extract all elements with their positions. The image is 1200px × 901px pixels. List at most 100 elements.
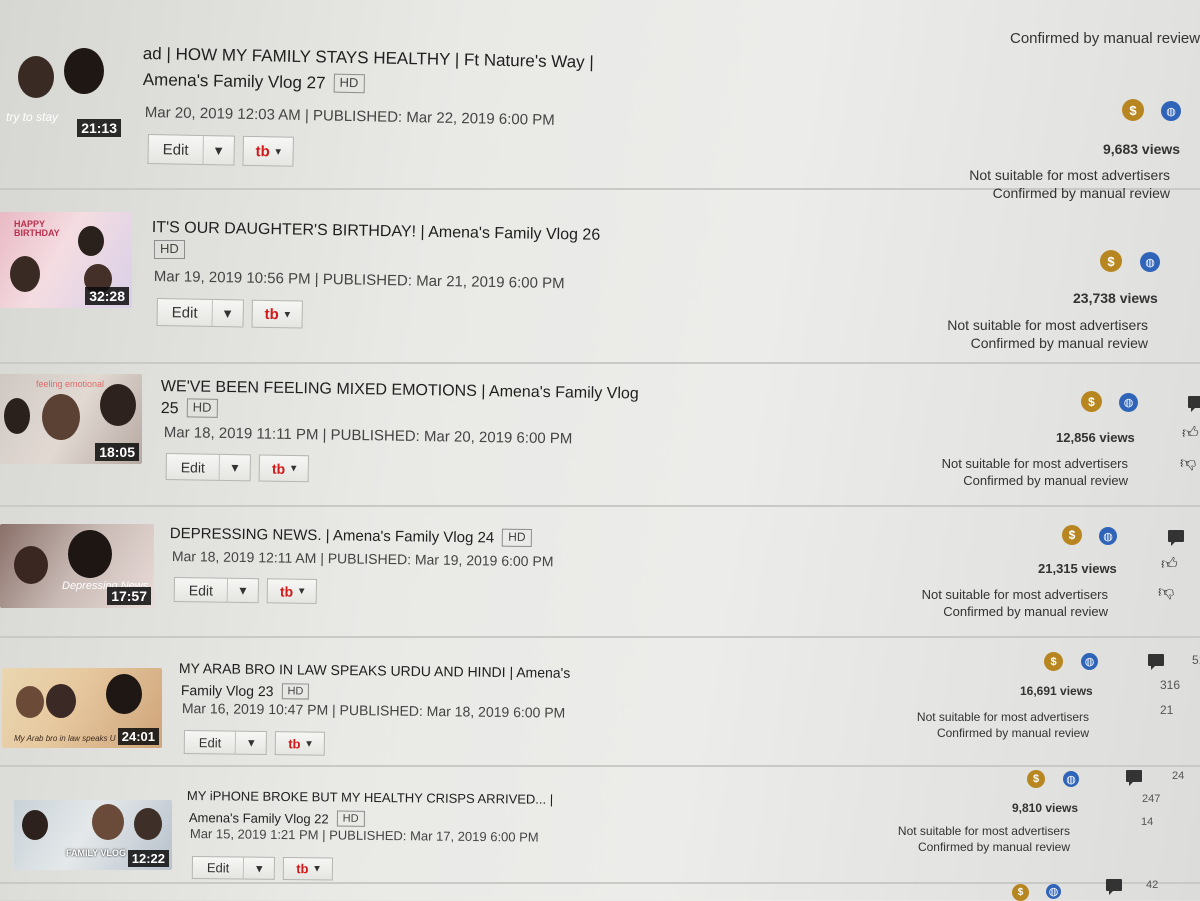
video-title[interactable]: IT'S OUR DAUGHTER'S BIRTHDAY! | Amena's … <box>152 219 601 245</box>
thumbs-up-icon[interactable]: 👍︎ <box>1182 424 1199 443</box>
dollar-coin-icon[interactable]: $ <box>1062 525 1082 545</box>
edit-dropdown-button[interactable]: ▾ <box>203 136 234 165</box>
globe-icon[interactable]: ◍ <box>1161 101 1181 121</box>
video-duration: 32:28 <box>85 287 129 305</box>
row-divider <box>0 765 1200 767</box>
video-title[interactable]: DEPRESSING NEWS. | Amena's Family Vlog 2… <box>170 524 532 547</box>
dollar-coin-icon[interactable]: $ <box>1100 250 1122 272</box>
thumbs-down-icon[interactable]: 👎︎ <box>1180 454 1196 473</box>
comment-count-value: 42 <box>1146 879 1159 891</box>
edit-button[interactable]: Edit <box>174 578 229 602</box>
dollar-coin-icon[interactable]: $ <box>1044 652 1063 671</box>
person-image <box>78 226 104 256</box>
video-title[interactable]: ad | HOW MY FAMILY STAYS HEALTHY | Ft Na… <box>143 44 594 73</box>
edit-dropdown-button[interactable]: ▾ <box>228 579 258 602</box>
video-thumbnail[interactable]: My Arab bro in law speaks U 24:01 <box>2 668 162 748</box>
dollar-coin-icon[interactable]: $ <box>1027 770 1045 788</box>
video-actions: Edit ▾ tb ▾ <box>147 134 295 167</box>
person-image <box>18 56 54 98</box>
ads-suitability: Not suitable for most advertisers <box>947 317 1148 333</box>
chevron-down-icon: ▾ <box>284 308 290 320</box>
video-title[interactable]: MY iPHONE BROKE BUT MY HEALTHY CRISPS AR… <box>187 788 553 807</box>
review-status: Confirmed by manual review <box>936 725 1089 740</box>
person-image <box>64 48 104 94</box>
video-title-line2: HD <box>146 240 185 259</box>
globe-icon[interactable]: ◍ <box>1119 393 1138 412</box>
row-divider <box>0 362 1200 364</box>
video-thumbnail[interactable]: try to stay 21:13 <box>0 40 124 140</box>
comment-icon[interactable] <box>1168 530 1184 546</box>
video-title-line2[interactable]: Family Vlog 23 HD <box>181 682 310 700</box>
dollar-coin-icon[interactable]: $ <box>1122 99 1144 121</box>
globe-icon[interactable]: ◍ <box>1081 653 1098 670</box>
person-image <box>16 686 44 718</box>
like-count-value: 247 <box>1142 793 1161 805</box>
edit-button[interactable]: Edit <box>157 299 213 326</box>
dollar-coin-icon[interactable]: $ <box>1012 884 1029 901</box>
video-dates: Mar 18, 2019 12:11 AM | PUBLISHED: Mar 1… <box>171 548 554 570</box>
video-duration: 12:22 <box>127 850 169 867</box>
tubebuddy-menu-button[interactable]: tb ▾ <box>242 135 295 167</box>
dollar-coin-icon[interactable]: $ <box>1081 391 1102 412</box>
ads-status: Not suitable for most advertisers Confir… <box>898 824 1070 855</box>
video-title[interactable]: MY ARAB BRO IN LAW SPEAKS URDU AND HINDI… <box>179 660 571 681</box>
video-thumbnail[interactable]: Depressing News 17:57 <box>0 524 154 608</box>
edit-dropdown-button[interactable]: ▾ <box>220 455 250 480</box>
globe-icon[interactable]: ◍ <box>1046 884 1061 899</box>
chevron-down-icon: ▾ <box>275 145 281 158</box>
person-image <box>42 394 80 440</box>
person-image <box>14 546 48 584</box>
review-status: Confirmed by manual review <box>943 603 1108 619</box>
video-title[interactable]: WE'VE BEEN FEELING MIXED EMOTIONS | Amen… <box>161 378 639 404</box>
edit-button[interactable]: Edit <box>166 454 221 480</box>
person-image <box>92 804 124 840</box>
video-title-line2[interactable]: Amena's Family Vlog 22 HD <box>189 809 365 828</box>
thumbs-down-icon[interactable]: 👎︎ <box>1158 583 1174 602</box>
hd-badge: HD <box>336 810 365 828</box>
edit-dropdown-button[interactable]: ▾ <box>244 858 274 879</box>
globe-icon[interactable]: ◍ <box>1140 252 1160 272</box>
ads-suitability: Not suitable for most advertisers <box>969 167 1170 183</box>
comment-icon[interactable] <box>1188 396 1200 412</box>
edit-button[interactable]: Edit <box>184 731 237 754</box>
hd-badge: HD <box>186 398 218 418</box>
comment-icon[interactable] <box>1148 654 1164 670</box>
edit-button[interactable]: Edit <box>192 857 245 879</box>
edit-button-group: Edit ▾ <box>147 134 235 166</box>
comment-icon[interactable] <box>1106 879 1122 895</box>
video-thumbnail[interactable]: feeling emotional 18:05 <box>0 374 142 464</box>
tubebuddy-icon: tb <box>296 861 309 877</box>
edit-button-group: Edit ▾ <box>191 856 276 880</box>
globe-icon[interactable]: ◍ <box>1099 527 1117 545</box>
edit-button-group: Edit ▾ <box>165 453 252 482</box>
thumbs-up-icon[interactable]: 👍︎ <box>1161 555 1178 574</box>
tubebuddy-menu-button[interactable]: tb ▾ <box>258 454 310 483</box>
edit-dropdown-button[interactable]: ▾ <box>212 300 242 327</box>
ads-suitability: Not suitable for most advertisers <box>897 824 1070 838</box>
review-status: Confirmed by manual review <box>963 472 1128 488</box>
edit-button[interactable]: Edit <box>148 135 204 165</box>
tubebuddy-icon: tb <box>271 460 286 477</box>
thumbnail-caption: My Arab bro in law speaks U <box>14 734 116 743</box>
video-duration: 17:57 <box>107 587 151 605</box>
tubebuddy-menu-button[interactable]: tb ▾ <box>251 299 304 329</box>
video-dates: Mar 19, 2019 10:56 PM | PUBLISHED: Mar 2… <box>153 268 565 293</box>
chevron-down-icon: ▾ <box>299 585 305 597</box>
person-image <box>134 808 162 840</box>
comment-icon[interactable] <box>1126 770 1142 786</box>
edit-dropdown-button[interactable]: ▾ <box>236 732 266 754</box>
tubebuddy-menu-button[interactable]: tb ▾ <box>275 731 325 756</box>
row-divider <box>0 505 1200 507</box>
tubebuddy-menu-button[interactable]: tb ▾ <box>266 578 318 604</box>
person-image <box>68 530 112 578</box>
video-thumbnail[interactable]: FAMILY VLOG 12:22 <box>14 800 172 870</box>
video-thumbnail[interactable]: HAPPY BIRTHDAY 32:28 <box>0 212 132 308</box>
video-title-line2[interactable]: 25 HD <box>161 398 218 419</box>
ads-suitability: Not suitable for most advertisers <box>921 587 1108 602</box>
comment-count: 24 <box>1126 770 1184 786</box>
video-actions: Edit ▾ tb ▾ <box>191 856 333 881</box>
tubebuddy-menu-button[interactable]: tb ▾ <box>283 856 333 881</box>
globe-icon[interactable]: ◍ <box>1063 771 1079 787</box>
top-review-status: Confirmed by manual review <box>1010 30 1200 47</box>
video-title-line2[interactable]: Amena's Family Vlog 27 HD <box>143 70 365 94</box>
